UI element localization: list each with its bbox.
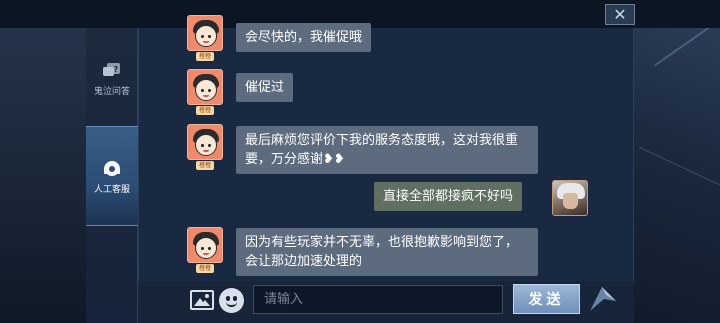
- agent-avatar: [187, 15, 223, 51]
- close-button[interactable]: ✕: [605, 4, 635, 25]
- background-left: [0, 0, 86, 323]
- sidebar-item-label: 鬼泣问答: [93, 87, 130, 97]
- sidebar: ? 鬼泣问答 人工客服: [86, 28, 138, 323]
- message-bubble: 最后麻烦您评价下我的服务态度哦，这对我很重要，万分感谢❥❥: [236, 126, 538, 174]
- user-avatar: [552, 180, 588, 216]
- emoji-icon[interactable]: [219, 288, 244, 313]
- agent-tag: 橙橙: [196, 161, 214, 170]
- agent-avatar: [187, 69, 223, 105]
- agent-avatar: [187, 124, 223, 160]
- crystal-decor: [590, 287, 616, 311]
- svg-text:?: ?: [114, 65, 119, 74]
- agent-tag: 橙橙: [196, 106, 214, 115]
- question-icon: ?: [101, 60, 123, 82]
- close-icon: ✕: [613, 5, 627, 24]
- input-bar: 发送: [138, 281, 634, 323]
- agent-tag: 橙橙: [196, 52, 214, 61]
- agent-tag: 橙橙: [196, 264, 214, 273]
- background-right: [634, 0, 720, 323]
- headset-icon: [101, 158, 123, 180]
- message-bubble: 催促过: [236, 73, 294, 102]
- decor-streak: [638, 146, 720, 195]
- message-input[interactable]: [253, 285, 503, 314]
- agent-avatar: [187, 227, 223, 263]
- chat-area[interactable]: 橙橙 会尽快的，我催促哦 橙橙 催促过 橙橙 最后麻烦您评价下我的服务态度哦，这…: [138, 15, 634, 281]
- send-button[interactable]: 发送: [513, 284, 580, 314]
- sidebar-item-faq[interactable]: ? 鬼泣问答: [86, 60, 138, 97]
- sidebar-item-label: 人工客服: [93, 184, 130, 195]
- sidebar-item-customer-service[interactable]: 人工客服: [86, 126, 138, 226]
- message-bubble: 因为有些玩家并不无辜，也很抱歉影响到您了，会让那边加速处理的: [236, 228, 538, 276]
- message-bubble-user: 直接全部都接疯不好吗: [374, 182, 523, 211]
- image-icon[interactable]: [190, 288, 214, 312]
- message-bubble: 会尽快的，我催促哦: [236, 23, 372, 52]
